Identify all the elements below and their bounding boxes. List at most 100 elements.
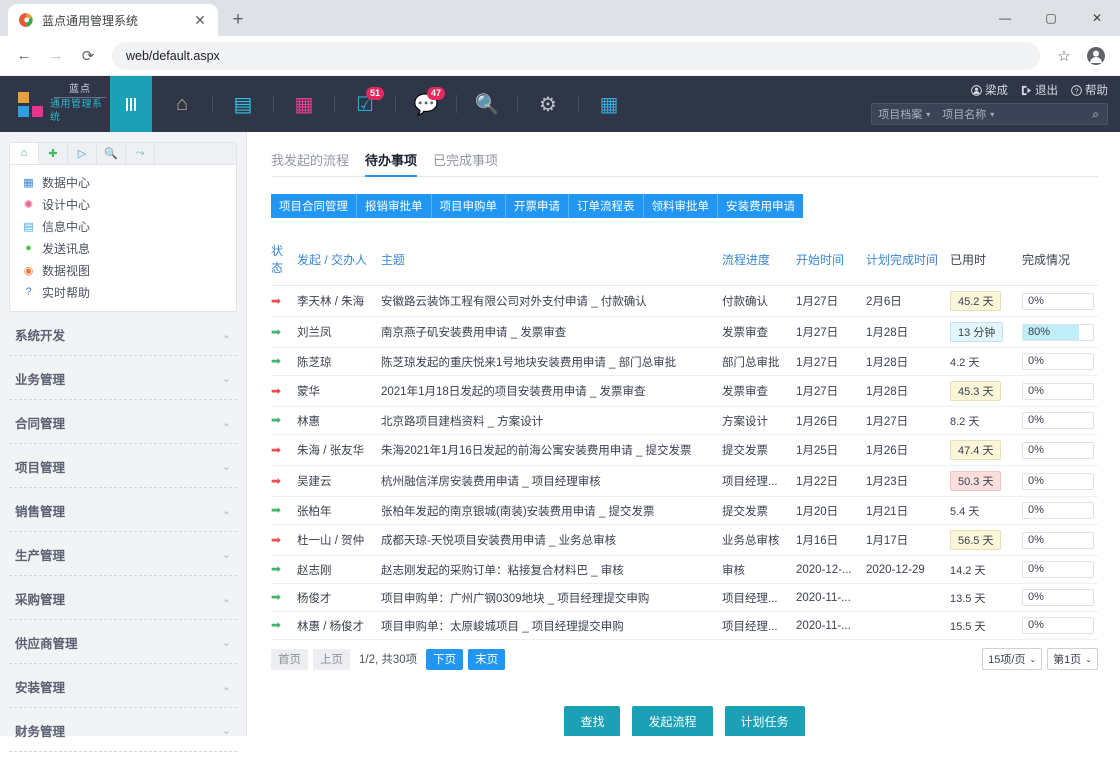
back-icon[interactable]: ← — [10, 42, 38, 70]
subject-cell[interactable]: 2021年1月18日发起的项目安装费用申请 _ 发票审查 — [381, 375, 722, 407]
last-page-button[interactable]: 末页 — [468, 648, 506, 670]
table-row[interactable]: ➡ 李天林 / 朱海 安徽路云装饰工程有限公司对外支付申请 _ 付款确认 付款确认 1月… — [271, 285, 1098, 317]
new-tab-button[interactable]: + — [224, 6, 252, 34]
table-row[interactable]: ➡ 刘兰凤 南京燕子矶安装费用申请 _ 发票审查 发票审查 1月27日 1月28日 13 分… — [271, 316, 1098, 348]
menu-toggle-button[interactable] — [110, 76, 152, 132]
maximize-icon[interactable]: ▢ — [1028, 0, 1074, 36]
initiator-cell[interactable]: 刘兰凤 — [297, 316, 381, 348]
initiator-cell[interactable]: 赵志刚 — [297, 555, 381, 584]
sidebar-group-系统开发[interactable]: 系统开发 ⌄ — [9, 312, 237, 356]
window-close-icon[interactable]: ✕ — [1074, 0, 1120, 36]
forward-icon[interactable]: → — [42, 42, 70, 70]
sidebar-group-财务管理[interactable]: 财务管理 ⌄ — [9, 708, 237, 752]
table-row[interactable]: ➡ 陈芝琼 陈芝琼发起的重庆悦来1号地块安装费用申请 _ 部门总审批 部门总审批 1月2… — [271, 347, 1098, 376]
filter-chip-订单流程表[interactable]: 订单流程表 — [569, 194, 644, 218]
action-button-计划任务[interactable]: 计划任务 — [724, 706, 805, 736]
sidebar-link-数据视图[interactable]: ◉ 数据视图 — [10, 259, 236, 281]
first-page-button[interactable]: 首页 — [271, 648, 308, 670]
table-row[interactable]: ➡ 蒙华 2021年1月18日发起的项目安装费用申请 _ 发票审查 发票审查 1月27日… — [271, 375, 1098, 407]
filter-chip-报销审批单[interactable]: 报销审批单 — [357, 194, 432, 218]
table-row[interactable]: ➡ 朱海 / 张友华 朱海2021年1月16日发起的前海公寓安装费用申请 _ 提交发… — [271, 434, 1098, 466]
nav-search-icon[interactable]: 🔍 — [457, 76, 517, 132]
column-header-计划完成时间[interactable]: 计划完成时间 — [866, 236, 950, 286]
nav-gear-icon[interactable]: ⚙ — [518, 76, 578, 132]
sidebar-link-信息中心[interactable]: ▤ 信息中心 — [10, 215, 236, 237]
table-row[interactable]: ➡ 杜一山 / 贺仲 成都天琼-天悦项目安装费用申请 _ 业务总审核 业务总审核 1月1… — [271, 524, 1098, 556]
table-row[interactable]: ➡ 赵志刚 赵志刚发起的采购订单：粘接复合材料巴 _ 审核 审核 2020-12-...… — [271, 555, 1098, 584]
nav-tasklist-icon[interactable]: ☑ 51 — [335, 76, 395, 132]
sidebar-link-发送讯息[interactable]: ● 发送讯息 — [10, 237, 236, 259]
initiator-cell[interactable]: 杜一山 / 贺仲 — [297, 524, 381, 556]
sidebar-link-数据中心[interactable]: ▦ 数据中心 — [10, 171, 236, 193]
page-size-select[interactable]: 15项/页 ⌄ — [982, 648, 1043, 670]
sidebar-link-实时帮助[interactable]: ? 实时帮助 — [10, 281, 236, 303]
sidebar-share-tab[interactable]: ⤳ — [126, 143, 155, 164]
help-link[interactable]: ? 帮助 — [1071, 82, 1108, 98]
table-row[interactable]: ➡ 杨俊才 项目申购单：广州广钢0309地块 _ 项目经理提交申购 项目经理... 20… — [271, 583, 1098, 612]
subject-cell[interactable]: 项目申购单：太原峻城项目 _ 项目经理提交申购 — [381, 611, 722, 640]
column-header-主题[interactable]: 主题 — [381, 236, 722, 286]
sidebar-add-tab[interactable]: ✚ — [39, 143, 68, 164]
action-button-查找[interactable]: 查找 — [564, 706, 621, 736]
next-page-button[interactable]: 下页 — [426, 648, 464, 670]
nav-card-icon[interactable]: ▤ — [213, 76, 273, 132]
filter-chip-项目申购单[interactable]: 项目申购单 — [431, 194, 506, 218]
table-row[interactable]: ➡ 林惠 / 杨俊才 项目申购单：太原峻城项目 _ 项目经理提交申购 项目经理... 2… — [271, 611, 1098, 640]
column-header-开始时间[interactable]: 开始时间 — [796, 236, 866, 286]
initiator-cell[interactable]: 朱海 / 张友华 — [297, 434, 381, 466]
initiator-cell[interactable]: 林惠 — [297, 406, 381, 435]
sidebar-group-生产管理[interactable]: 生产管理 ⌄ — [9, 532, 237, 576]
prev-page-button[interactable]: 上页 — [313, 648, 350, 670]
logout-link[interactable]: 退出 — [1021, 82, 1058, 98]
reload-icon[interactable]: ⟳ — [74, 42, 102, 70]
sidebar-group-销售管理[interactable]: 销售管理 ⌄ — [9, 488, 237, 532]
subject-cell[interactable]: 杭州融信洋房安装费用申请 _ 项目经理审核 — [381, 465, 722, 497]
close-icon[interactable]: ✕ — [192, 13, 208, 27]
initiator-cell[interactable]: 张柏年 — [297, 496, 381, 525]
subject-cell[interactable]: 陈芝琼发起的重庆悦来1号地块安装费用申请 _ 部门总审批 — [381, 347, 722, 376]
initiator-cell[interactable]: 林惠 / 杨俊才 — [297, 611, 381, 640]
minimize-icon[interactable]: — — [982, 0, 1028, 36]
profile-avatar[interactable] — [1082, 42, 1110, 70]
sidebar-search-tab[interactable]: 🔍 — [97, 143, 126, 164]
search-input[interactable] — [1000, 104, 1092, 124]
column-header-发起 / 交办人[interactable]: 发起 / 交办人 — [297, 236, 381, 286]
sidebar-group-采购管理[interactable]: 采购管理 ⌄ — [9, 576, 237, 620]
subject-cell[interactable]: 安徽路云装饰工程有限公司对外支付申请 _ 付款确认 — [381, 285, 722, 317]
filter-chip-项目合同管理[interactable]: 项目合同管理 — [271, 194, 357, 218]
nav-home-icon[interactable]: ⌂ — [152, 76, 212, 132]
user-account[interactable]: 梁成 — [971, 82, 1008, 98]
subject-cell[interactable]: 赵志刚发起的采购订单：粘接复合材料巴 _ 审核 — [381, 555, 722, 584]
filter-chip-领料审批单[interactable]: 领料审批单 — [643, 194, 718, 218]
nav-grid-icon[interactable]: ▦ — [274, 76, 334, 132]
sidebar-play-tab[interactable]: ▷ — [68, 143, 97, 164]
tab-已完成事项[interactable]: 已完成事项 — [433, 150, 498, 176]
tab-待办事项[interactable]: 待办事项 — [365, 150, 418, 177]
sidebar-group-合同管理[interactable]: 合同管理 ⌄ — [9, 400, 237, 444]
tab-我发起的流程[interactable]: 我发起的流程 — [271, 150, 349, 176]
filter-chip-安装费用申请[interactable]: 安装费用申请 — [718, 194, 803, 218]
subject-cell[interactable]: 张柏年发起的南京银城(南装)安装费用申请 _ 提交发票 — [381, 496, 722, 525]
initiator-cell[interactable]: 蒙华 — [297, 375, 381, 407]
action-button-发起流程[interactable]: 发起流程 — [632, 706, 713, 736]
initiator-cell[interactable]: 杨俊才 — [297, 583, 381, 612]
app-logo[interactable]: 蓝点 通用管理系统 — [0, 76, 110, 132]
column-header-流程进度[interactable]: 流程进度 — [722, 236, 796, 286]
column-header-已用时[interactable]: 已用时 — [950, 236, 1022, 286]
sidebar-group-业务管理[interactable]: 业务管理 ⌄ — [9, 356, 237, 400]
sidebar-group-安装管理[interactable]: 安装管理 ⌄ — [9, 664, 237, 708]
sidebar-link-设计中心[interactable]: ✺ 设计中心 — [10, 193, 236, 215]
subject-cell[interactable]: 南京燕子矶安装费用申请 _ 发票审查 — [381, 316, 722, 348]
column-header-完成情况[interactable]: 完成情况 — [1022, 236, 1098, 286]
table-row[interactable]: ➡ 林惠 北京路项目建档资料 _ 方案设计 方案设计 1月26日 1月27日 8.2 天 0% — [271, 406, 1098, 435]
sidebar-group-供应商管理[interactable]: 供应商管理 ⌄ — [9, 620, 237, 664]
table-row[interactable]: ➡ 张柏年 张柏年发起的南京银城(南装)安装费用申请 _ 提交发票 提交发票 1月20日… — [271, 496, 1098, 525]
sidebar-group-售后管理[interactable]: 售后管理⌄ — [9, 752, 237, 760]
nav-building-icon[interactable]: ▦ — [579, 76, 639, 132]
subject-cell[interactable]: 北京路项目建档资料 _ 方案设计 — [381, 406, 722, 435]
browser-tab[interactable]: 蓝点通用管理系统 ✕ — [8, 4, 218, 36]
initiator-cell[interactable]: 吴建云 — [297, 465, 381, 497]
column-header-状态[interactable]: 状态 — [271, 236, 297, 286]
header-search[interactable]: 项目档案 ▾ 项目名称 ▾ ⌕ — [871, 103, 1108, 125]
search-scope-select[interactable]: 项目档案 ▾ — [872, 106, 936, 122]
